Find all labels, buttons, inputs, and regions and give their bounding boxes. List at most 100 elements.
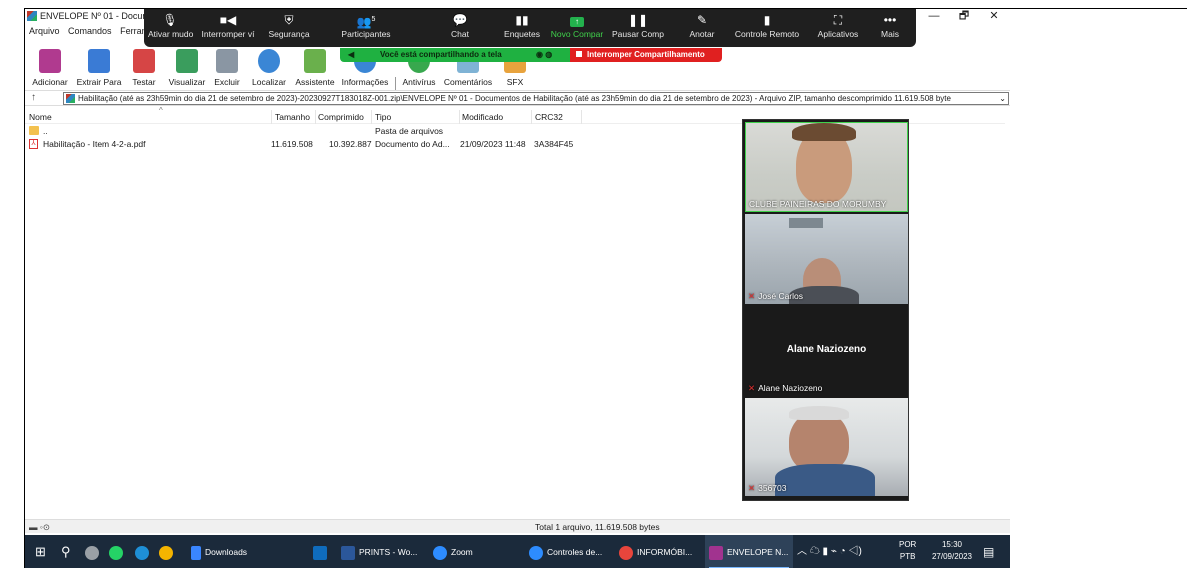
pause-share-button[interactable]: ❚❚ Pausar Comp: [610, 9, 666, 47]
annotate-button[interactable]: ✎ Anotar: [684, 9, 720, 47]
test-icon: [133, 49, 155, 73]
test-button[interactable]: Testar: [130, 49, 158, 87]
view-button[interactable]: Visualizar: [167, 49, 207, 87]
extract-button[interactable]: Extrair Para: [75, 49, 123, 87]
chrome-icon: [619, 545, 633, 560]
participant-name-large: Alane Naziozeno: [786, 344, 867, 355]
screen: ENVELOPE Nº 01 - Docume — 🗗 ✕ Arquivo Co…: [0, 0, 1187, 568]
file-modified: 21/09/2023 11:48: [460, 139, 526, 149]
column-size[interactable]: Tamanho: [275, 112, 310, 122]
taskbar-zoom-controls[interactable]: Controles de...: [525, 535, 611, 568]
app-icon[interactable]: [85, 535, 103, 568]
video-tile[interactable]: ✕ José Carlos: [745, 214, 908, 304]
taskbar-downloads[interactable]: Downloads: [187, 535, 267, 568]
apps-button[interactable]: ⛶ Aplicativos: [812, 9, 864, 47]
extract-folder-icon: [88, 49, 110, 73]
status-total: Total 1 arquivo, 11.619.508 bytes: [535, 522, 660, 532]
participants-icon: 👥5: [356, 15, 376, 29]
taskbar-zoom[interactable]: Zoom: [429, 535, 489, 568]
video-tile[interactable]: ✕ 356703: [745, 398, 908, 496]
add-button[interactable]: Adicionar: [30, 49, 70, 87]
stop-square-icon: [576, 51, 582, 57]
chat-button[interactable]: 💬 Chat: [442, 9, 478, 47]
close-button[interactable]: ✕: [979, 9, 1009, 25]
winrar-window: ENVELOPE Nº 01 - Docume — 🗗 ✕ Arquivo Co…: [24, 8, 1010, 568]
shield-check-icon: ◉ ◍: [536, 50, 553, 59]
search-icon[interactable]: ⚲: [61, 535, 71, 568]
winrar-icon: [27, 11, 37, 21]
winrar-icon: [709, 545, 723, 560]
column-separator: [531, 110, 532, 124]
column-separator: [581, 110, 582, 124]
menu-arquivo[interactable]: Arquivo: [29, 26, 60, 36]
security-button[interactable]: ⛨ Segurança: [264, 9, 314, 47]
column-modified[interactable]: Modificado: [462, 112, 503, 122]
apps-icon: ⛶: [833, 13, 843, 27]
column-separator: [459, 110, 460, 124]
remote-control-button[interactable]: ▮ Controle Remoto: [732, 9, 802, 47]
whatsapp-icon[interactable]: [109, 535, 127, 568]
video-tile[interactable]: Alane Naziozeno ✕ Alane Naziozeno: [745, 306, 908, 396]
chevron-down-icon[interactable]: ⌄: [999, 93, 1006, 104]
clock-date: 27/09/2023: [931, 552, 973, 561]
column-type[interactable]: Tipo: [375, 112, 391, 122]
column-crc32[interactable]: CRC32: [535, 112, 563, 122]
column-separator: [315, 110, 316, 124]
more-button[interactable]: ••• Mais: [874, 9, 906, 47]
taskbar-winrar[interactable]: ENVELOPE N...: [705, 535, 793, 568]
participant-hair: [789, 406, 849, 420]
chrome-icon[interactable]: [159, 535, 177, 568]
file-type: Documento do Ad...: [375, 139, 450, 149]
file-compressed: 10.392.887: [329, 139, 372, 149]
stop-video-button[interactable]: ■◀ Interromper ví: [198, 9, 258, 47]
outlook-icon[interactable]: [313, 535, 331, 568]
annotate-icon: ✎: [696, 13, 708, 27]
delete-button[interactable]: Excluir: [212, 49, 242, 87]
participant-name: CLUBE PAINEIRAS DO MORUMBY: [749, 199, 887, 209]
new-share-button[interactable]: ↑ Novo Compar: [548, 9, 606, 47]
taskbar-word[interactable]: PRINTS - Wo...: [337, 535, 423, 568]
archive-icon: [66, 94, 75, 103]
participants-button[interactable]: 👥5 Participantes: [334, 9, 398, 47]
participant-shirt: [775, 464, 875, 496]
column-name[interactable]: Nome: [29, 112, 52, 122]
window-title: ENVELOPE Nº 01 - Docume: [40, 11, 155, 21]
chat-icon: 💬: [452, 13, 468, 27]
pdf-file-icon: ⅄: [29, 139, 38, 149]
shield-icon: ⛨: [284, 13, 294, 27]
stop-share-button[interactable]: Interromper Compartilhamento: [570, 48, 722, 62]
participant-hair: [792, 123, 856, 141]
menu-comandos[interactable]: Comandos: [68, 26, 112, 36]
path-field[interactable]: Habilitação (até as 23h59min do dia 21 d…: [63, 92, 1009, 105]
chevron-left-icon[interactable]: ◀: [348, 48, 354, 62]
video-tile[interactable]: CLUBE PAINEIRAS DO MORUMBY: [745, 122, 908, 212]
new-share-icon: ↑: [570, 17, 584, 27]
wizard-button[interactable]: Assistente: [293, 49, 337, 87]
maximize-button[interactable]: 🗗: [949, 9, 979, 25]
word-icon: [341, 545, 355, 560]
up-arrow-icon[interactable]: ↑: [31, 92, 36, 103]
notification-icon[interactable]: ▤: [983, 535, 994, 568]
participant-name: ✕ José Carlos: [748, 291, 804, 301]
tray-icons[interactable]: ︿ ☁ ▮ ⌁ ◔ ◁): [797, 535, 862, 568]
pause-share-icon: ❚❚: [627, 13, 649, 27]
taskbar-chrome[interactable]: INFORMÓBI...: [615, 535, 701, 568]
menu-bar: Arquivo Comandos Ferram: [25, 26, 151, 40]
windows-start-icon[interactable]: ⊞: [35, 535, 46, 568]
clock[interactable]: 15:30 27/09/2023: [929, 539, 975, 568]
clock-time: 15:30: [941, 540, 963, 549]
file-size: 11.619.508: [271, 139, 313, 149]
add-archive-icon: [39, 49, 61, 73]
edge-icon[interactable]: [135, 535, 153, 568]
polls-button[interactable]: ▮▮ Enquetes: [500, 9, 544, 47]
folder-icon: [29, 126, 39, 135]
find-button[interactable]: Localizar: [250, 49, 288, 87]
poll-icon: ▮▮: [515, 13, 529, 27]
column-compressed[interactable]: Comprimido: [318, 112, 364, 122]
minimize-button[interactable]: —: [919, 9, 949, 25]
mute-button[interactable]: 🎙 Ativar mudo: [148, 9, 193, 47]
language-indicator[interactable]: POR PTB: [899, 539, 916, 568]
sort-arrow-icon: ^: [159, 106, 163, 115]
sharing-status-text: Você está compartilhando a tela: [380, 50, 502, 59]
participant-name: ✕ Alane Naziozeno: [748, 383, 823, 393]
